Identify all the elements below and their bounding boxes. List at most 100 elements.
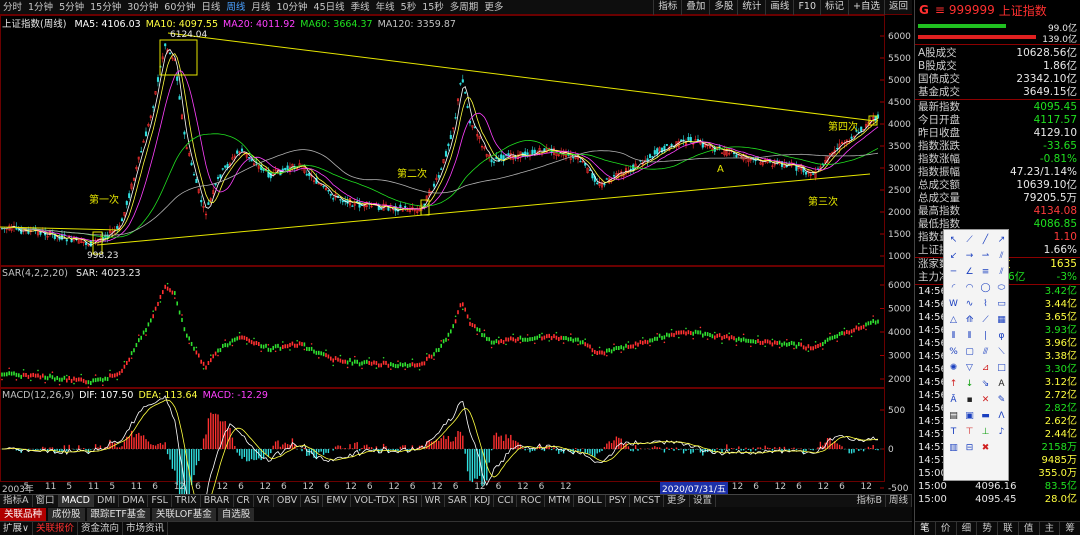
indicator-19[interactable]: ROC [517,495,546,507]
indicator-right-0[interactable]: 指标B [853,495,886,507]
g-icon[interactable]: G [919,3,929,17]
channel-icon[interactable]: ⫽ [994,265,1009,280]
line-segment-icon[interactable]: ⟋ [962,233,977,248]
paint-icon[interactable]: ✎ [994,393,1009,408]
fib-period-icon[interactable]: ⫴ [962,329,977,344]
tab-2[interactable]: 跟踪ETF基金 [86,507,150,521]
indicator-1[interactable]: 窗口 [33,495,59,507]
indicator-5[interactable]: FSL [148,495,172,507]
indicator-3[interactable]: DMI [94,495,120,507]
menu-icon[interactable]: ≡ [935,3,945,17]
indicator-21[interactable]: BOLL [574,495,606,507]
quote-tab-3[interactable]: 势 [977,522,998,535]
indicator-12[interactable]: EMV [323,495,352,507]
indicator-11[interactable]: ASI [301,495,324,507]
quote-tab-4[interactable]: 联 [998,522,1019,535]
note-icon[interactable]: ♪ [994,425,1009,440]
quote-tab-1[interactable]: 价 [936,522,957,535]
speed-line-icon[interactable]: ⟋ [978,313,993,328]
arc-icon[interactable]: ◜ [946,281,961,296]
fib-line-icon[interactable]: ≡ [978,265,993,280]
polyline-icon[interactable]: ⌇ [978,297,993,312]
ray-right-icon[interactable]: → [962,249,977,264]
indicator-20[interactable]: MTM [545,495,575,507]
line-icon[interactable]: ╱ [978,233,993,248]
arrow-line-icon[interactable]: ⇀ [978,249,993,264]
quote-tab-6[interactable]: 主 [1040,522,1061,535]
zigzag-icon[interactable]: ∿ [962,297,977,312]
golden-ratio-icon[interactable]: φ [994,329,1009,344]
angle-line-icon[interactable]: ∠ [962,265,977,280]
gann-fan-icon[interactable]: ⟰ [962,313,977,328]
text-tool-icon[interactable]: T [946,425,961,440]
indicator-14[interactable]: RSI [399,495,422,507]
cycle-line-icon[interactable]: ∣ [978,329,993,344]
status-item-0[interactable]: 扩展∨ [0,522,33,535]
triangle-lines-icon[interactable]: Λ [994,409,1009,424]
rect-box-icon[interactable]: □ [994,361,1009,376]
price-line-icon[interactable]: ─ [946,265,961,280]
ray-icon[interactable]: ↗ [994,233,1009,248]
regression-icon[interactable]: ⟍ [994,345,1009,360]
indicator-right-1[interactable]: 周线 [886,495,912,507]
indicator-24[interactable]: 更多 [664,495,691,507]
text-A2-icon[interactable]: Ā [946,393,961,408]
status-item-1[interactable]: 关联报价 [33,522,78,535]
indicator-7[interactable]: BRAR [201,495,234,507]
indicator-22[interactable]: PSY [606,495,631,507]
circle-arc-icon[interactable]: ◠ [962,281,977,296]
indicator-15[interactable]: WR [422,495,445,507]
indicator-23[interactable]: MCST [630,495,665,507]
gray-box-icon[interactable]: ▪ [962,393,977,408]
indicator-6[interactable]: TRIX [172,495,201,507]
box-icon[interactable]: ▢ [962,345,977,360]
indicator-18[interactable]: CCI [494,495,518,507]
triangle-down-icon[interactable]: ▽ [962,361,977,376]
ray-down-icon[interactable]: ↙ [946,249,961,264]
fan-icon[interactable]: ✺ [946,361,961,376]
indicator-13[interactable]: VOL-TDX [351,495,400,507]
delete-icon[interactable]: ✖ [978,441,993,456]
kline-chart[interactable]: 6000550050004500400035003000250020001500… [0,0,912,494]
cross-x-icon[interactable]: ✕ [978,393,993,408]
wave-icon[interactable]: W [946,297,961,312]
triangle-flag-icon[interactable]: ⊿ [978,361,993,376]
rect-frame-icon[interactable]: ▣ [962,409,977,424]
status-item-3[interactable]: 市场资讯 [123,522,169,535]
quote-tab-5[interactable]: 值 [1019,522,1040,535]
ellipse-icon[interactable]: ⬭ [994,281,1009,296]
text-up-icon[interactable]: ⊤ [962,425,977,440]
quote-tab-2[interactable]: 细 [957,522,978,535]
status-item-2[interactable]: 资金流向 [78,522,123,535]
rectangle-icon[interactable]: ▭ [994,297,1009,312]
screen-icon[interactable]: ▬ [978,409,993,424]
triangle-icon[interactable]: △ [946,313,961,328]
trend-channel-icon[interactable]: ⫻ [978,345,993,360]
text-down-icon[interactable]: ⊥ [978,425,993,440]
parallel-line-icon[interactable]: ⫽ [994,249,1009,264]
tab-4[interactable]: 自选股 [217,507,255,521]
indicator-9[interactable]: VR [254,495,274,507]
indicator-16[interactable]: SAR [445,495,471,507]
indicator-25[interactable]: 设置 [690,495,717,507]
indicator-10[interactable]: OBV [274,495,302,507]
period-line-icon[interactable]: ⦀ [946,329,961,344]
indicator-17[interactable]: KDJ [471,495,495,507]
calendar-icon[interactable]: ▥ [946,441,961,456]
indicator-2[interactable]: MACD [58,495,94,507]
indicator-8[interactable]: CR [234,495,254,507]
arrow-down-icon[interactable]: ↓ [962,377,977,392]
gann-grid-icon[interactable]: ▦ [994,313,1009,328]
select-arrow-icon[interactable]: ↖ [946,233,961,248]
percent-line-icon[interactable]: % [946,345,961,360]
tab-1[interactable]: 成份股 [48,507,85,521]
doc-icon[interactable]: ▤ [946,409,961,424]
arrow-mark-icon[interactable]: ⇘ [978,377,993,392]
indicator-0[interactable]: 指标A [0,495,33,507]
quote-tab-0[interactable]: 笔 [915,522,936,535]
tab-3[interactable]: 关联LOF基金 [151,507,216,521]
circle-icon[interactable]: ◯ [978,281,993,296]
tab-0[interactable]: 关联品种 [0,507,47,521]
indicator-4[interactable]: DMA [119,495,149,507]
mirror-icon[interactable]: ⊟ [962,441,977,456]
